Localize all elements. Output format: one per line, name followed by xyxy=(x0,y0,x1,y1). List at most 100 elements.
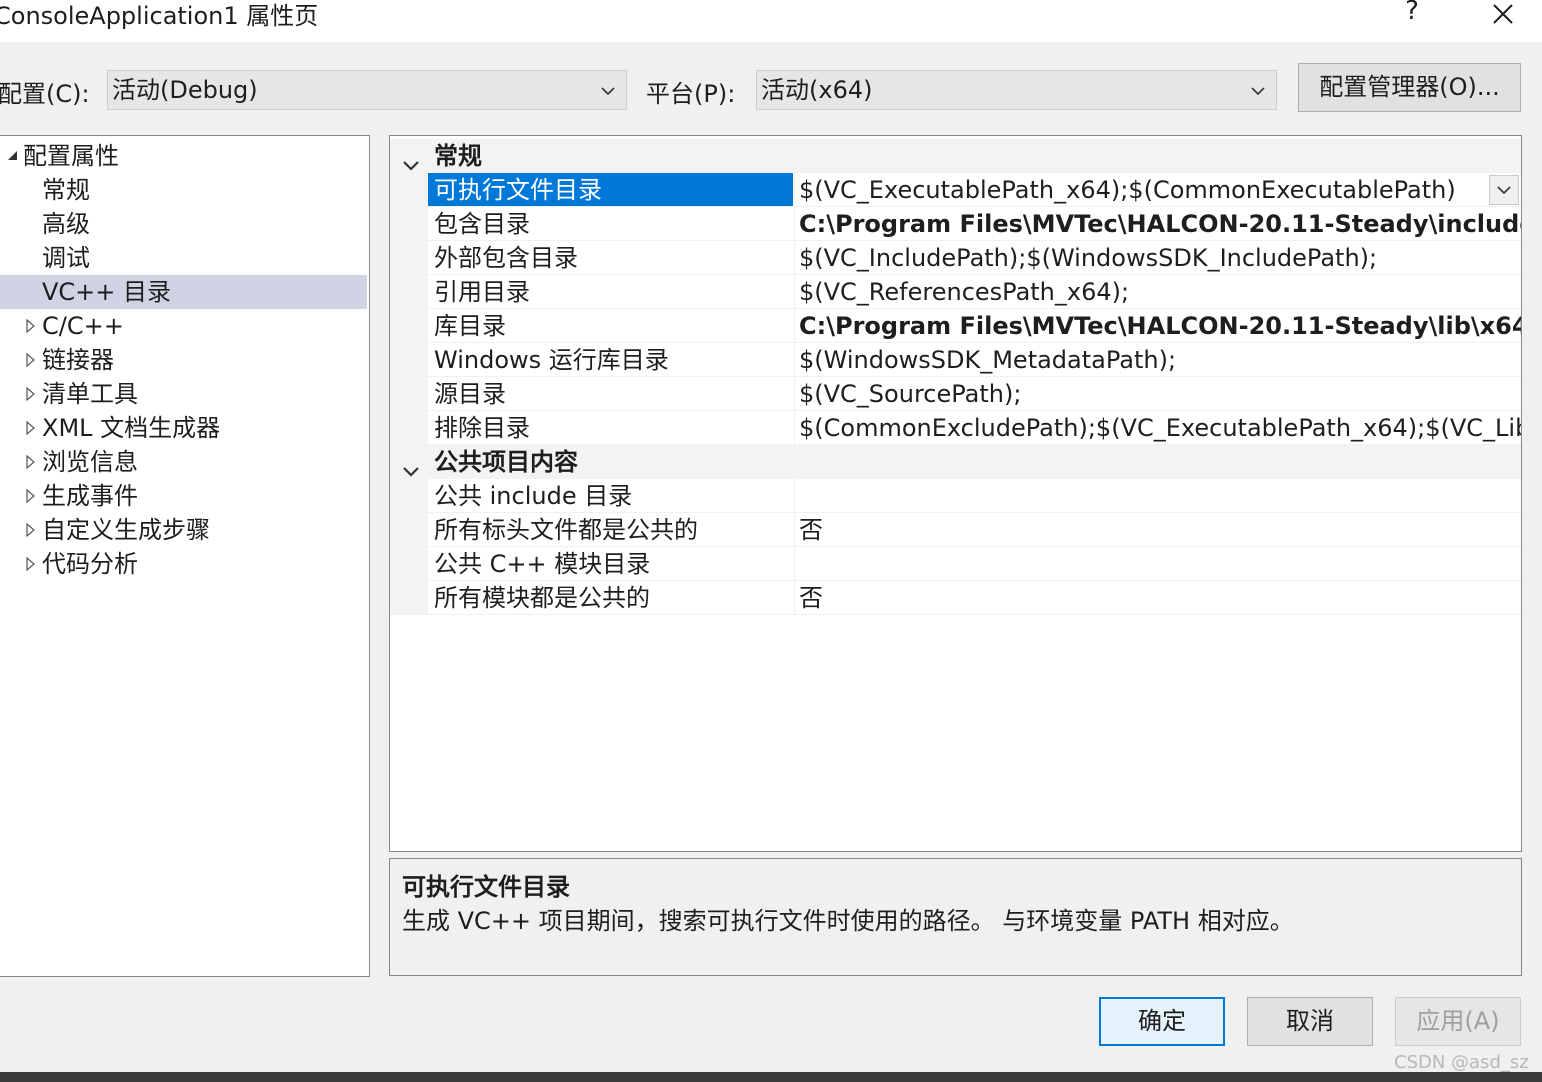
property-name[interactable]: 可执行文件目录 xyxy=(428,173,793,207)
property-grid: 常规 可执行文件目录 $(VC_ExecutablePath_x64);$(Comm… xyxy=(389,135,1522,852)
property-value[interactable]: C:\Program Files\MVTec\HALCON-20.11-Stea… xyxy=(794,207,1521,241)
property-row[interactable]: 可执行文件目录 $(VC_ExecutablePath_x64);$(Common… xyxy=(390,173,1521,207)
tree-item-label: 代码分析 xyxy=(42,550,138,578)
collapsed-triangle-icon[interactable] xyxy=(23,343,39,377)
tree-item[interactable]: XML 文档生成器 xyxy=(0,411,367,445)
property-value[interactable]: C:\Program Files\MVTec\HALCON-20.11-Stea… xyxy=(794,309,1521,343)
category-header[interactable]: 常规 xyxy=(390,139,1521,173)
tree-item-label: 浏览信息 xyxy=(42,448,138,476)
tree-item[interactable]: 清单工具 xyxy=(0,377,367,411)
tree-item-label: 清单工具 xyxy=(42,380,138,408)
property-name[interactable]: 排除目录 xyxy=(428,411,793,445)
property-value[interactable]: $(VC_ExecutablePath_x64);$(CommonExecuta… xyxy=(794,173,1521,207)
tree-item[interactable]: 生成事件 xyxy=(0,479,367,513)
tree-item[interactable]: 常规 xyxy=(0,173,367,207)
property-value[interactable]: $(VC_ReferencesPath_x64); xyxy=(794,275,1521,309)
collapsed-triangle-icon[interactable] xyxy=(23,547,39,581)
row-gutter xyxy=(390,173,428,207)
property-name[interactable]: 所有标头文件都是公共的 xyxy=(428,513,793,547)
tree-item[interactable]: 自定义生成步骤 xyxy=(0,513,367,547)
property-row[interactable]: 所有标头文件都是公共的否 xyxy=(390,513,1521,547)
tree-item-label: 生成事件 xyxy=(42,482,138,510)
platform-label: 平台(P): xyxy=(646,80,736,108)
property-value[interactable]: $(WindowsSDK_MetadataPath); xyxy=(794,343,1521,377)
property-value[interactable]: $(VC_SourcePath); xyxy=(794,377,1521,411)
chevron-down-icon xyxy=(601,87,615,96)
config-label: 配置(C): xyxy=(0,80,90,108)
tree-item[interactable]: 调试 xyxy=(0,241,367,275)
property-name[interactable]: 公共 include 目录 xyxy=(428,479,793,513)
tree-item-label: C/C++ xyxy=(42,312,124,340)
row-gutter xyxy=(390,343,428,377)
collapsed-triangle-icon[interactable] xyxy=(23,309,39,343)
close-icon xyxy=(1493,4,1513,24)
config-select-value: 活动(Debug) xyxy=(112,76,258,104)
row-gutter xyxy=(390,207,428,241)
tree-item-label: XML 文档生成器 xyxy=(42,414,221,442)
help-button[interactable]: ? xyxy=(1396,0,1428,36)
property-row[interactable]: 公共 include 目录 xyxy=(390,479,1521,513)
apply-button[interactable]: 应用(A) xyxy=(1395,997,1521,1046)
property-value[interactable] xyxy=(794,547,1521,581)
tree-item[interactable]: 代码分析 xyxy=(0,547,367,581)
property-name[interactable]: 引用目录 xyxy=(428,275,793,309)
property-row[interactable]: 公共 C++ 模块目录 xyxy=(390,547,1521,581)
property-name[interactable]: 公共 C++ 模块目录 xyxy=(428,547,793,581)
property-row[interactable]: 库目录 C:\Program Files\MVTec\HALCON-20.11-S… xyxy=(390,309,1521,343)
description-text: 生成 VC++ 项目期间，搜索可执行文件时使用的路径。 与环境变量 PATH 相… xyxy=(402,907,1294,935)
expanded-triangle-icon[interactable] xyxy=(5,139,21,173)
watermark: CSDN @asd_sz xyxy=(1394,1052,1529,1073)
property-name[interactable]: 所有模块都是公共的 xyxy=(428,581,793,615)
property-value-text: 否 xyxy=(799,516,823,544)
property-name[interactable]: 外部包含目录 xyxy=(428,241,793,275)
property-row[interactable]: 所有模块都是公共的否 xyxy=(390,581,1521,615)
property-value-text: C:\Program Files\MVTec\HALCON-20.11-Stea… xyxy=(799,312,1521,340)
property-name[interactable]: 包含目录 xyxy=(428,207,793,241)
collapsed-triangle-icon[interactable] xyxy=(23,377,39,411)
platform-select[interactable]: 活动(x64) xyxy=(756,70,1277,110)
property-value[interactable]: $(VC_IncludePath);$(WindowsSDK_IncludePa… xyxy=(794,241,1521,275)
ok-button[interactable]: 确定 xyxy=(1099,997,1225,1046)
collapsed-triangle-icon[interactable] xyxy=(23,411,39,445)
tree-item[interactable]: 浏览信息 xyxy=(0,445,367,479)
property-value[interactable]: 否 xyxy=(794,513,1521,547)
tree-item[interactable]: 高级 xyxy=(0,207,367,241)
property-row[interactable]: 引用目录 $(VC_ReferencesPath_x64); xyxy=(390,275,1521,309)
collapsed-triangle-icon[interactable] xyxy=(23,513,39,547)
tree-item-label: 常规 xyxy=(42,176,90,204)
close-button[interactable] xyxy=(1482,0,1524,32)
property-name[interactable]: 库目录 xyxy=(428,309,793,343)
category-title: 公共项目内容 xyxy=(434,448,578,476)
row-gutter xyxy=(390,547,428,581)
tree-item[interactable]: VC++ 目录 xyxy=(0,275,367,309)
property-value-text: $(VC_ExecutablePath_x64);$(CommonExecuta… xyxy=(799,176,1456,204)
value-dropdown-button[interactable] xyxy=(1489,175,1519,205)
collapsed-triangle-icon[interactable] xyxy=(23,479,39,513)
property-row[interactable]: 包含目录 C:\Program Files\MVTec\HALCON-20.11-… xyxy=(390,207,1521,241)
config-select[interactable]: 活动(Debug) xyxy=(107,70,627,110)
config-manager-button[interactable]: 配置管理器(O)... xyxy=(1298,63,1521,112)
bottom-edge xyxy=(0,1072,1542,1082)
category-header[interactable]: 公共项目内容 xyxy=(390,445,1521,479)
cancel-button[interactable]: 取消 xyxy=(1247,997,1373,1046)
property-name[interactable]: Windows 运行库目录 xyxy=(428,343,793,377)
chevron-down-icon[interactable] xyxy=(402,148,420,171)
tree-item[interactable]: C/C++ xyxy=(0,309,367,343)
chevron-down-icon xyxy=(1251,87,1265,96)
collapsed-triangle-icon[interactable] xyxy=(23,445,39,479)
property-row[interactable]: 源目录 $(VC_SourcePath); xyxy=(390,377,1521,411)
chevron-down-icon[interactable] xyxy=(402,454,420,477)
tree-item-root[interactable]: 配置属性 xyxy=(0,139,367,173)
property-row[interactable]: Windows 运行库目录 $(WindowsSDK_MetadataPath); xyxy=(390,343,1521,377)
property-row[interactable]: 排除目录 $(CommonExcludePath);$(VC_Executable… xyxy=(390,411,1521,445)
property-value[interactable]: 否 xyxy=(794,581,1521,615)
row-gutter xyxy=(390,377,428,411)
description-panel: 可执行文件目录 生成 VC++ 项目期间，搜索可执行文件时使用的路径。 与环境变… xyxy=(389,858,1522,976)
property-value[interactable]: $(CommonExcludePath);$(VC_ExecutablePath… xyxy=(794,411,1521,445)
tree-item[interactable]: 链接器 xyxy=(0,343,367,377)
title-bar: ConsoleApplication1 属性页 ? xyxy=(0,0,1542,42)
property-name[interactable]: 源目录 xyxy=(428,377,793,411)
property-value[interactable] xyxy=(794,479,1521,513)
property-value-text: $(WindowsSDK_MetadataPath); xyxy=(799,346,1177,374)
property-row[interactable]: 外部包含目录 $(VC_IncludePath);$(WindowsSDK_Inc… xyxy=(390,241,1521,275)
